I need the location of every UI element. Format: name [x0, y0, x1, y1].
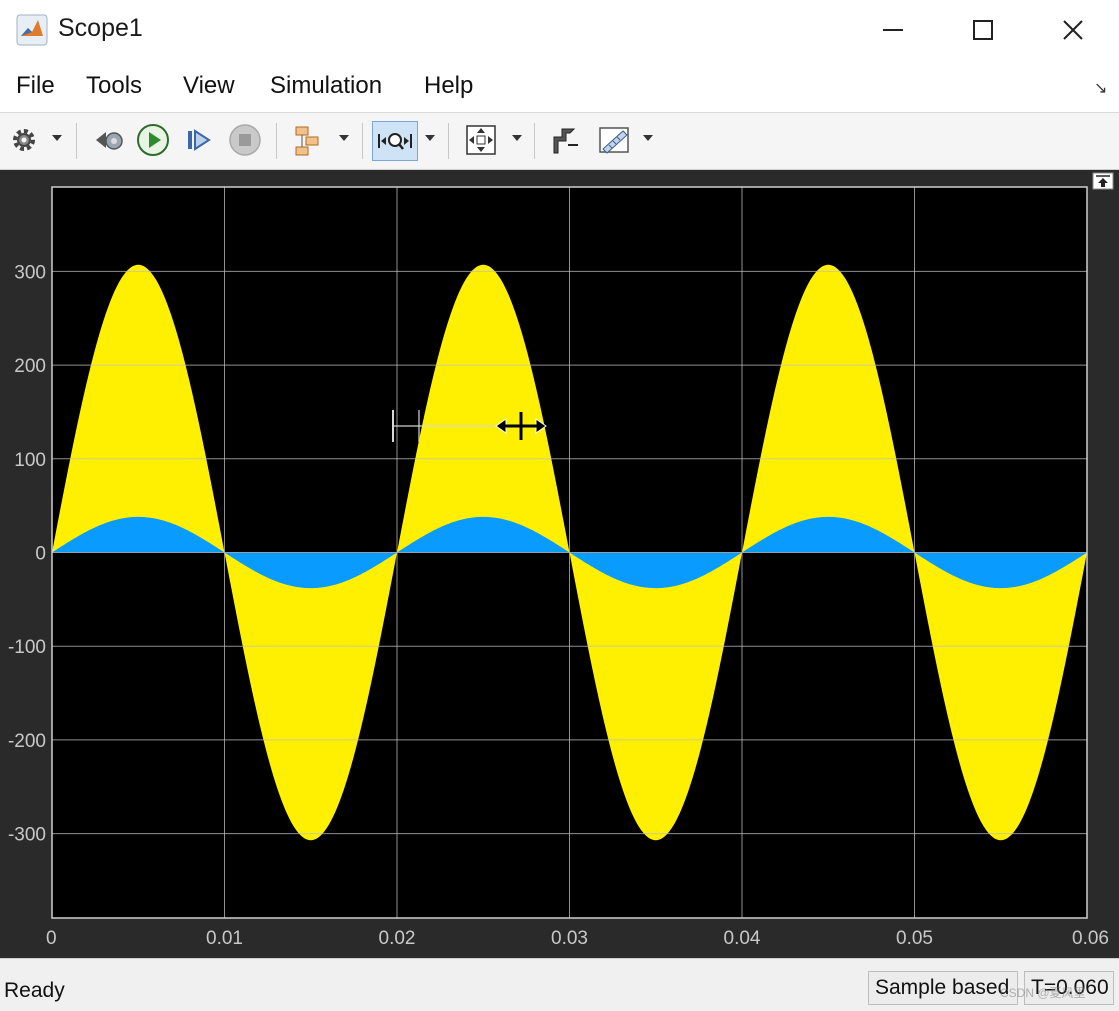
highlight-block-button[interactable]: [290, 121, 328, 159]
zoom-x-button[interactable]: [372, 121, 418, 161]
settings-icon: [13, 129, 35, 151]
step-back-icon: [96, 132, 123, 150]
maximize-icon: [973, 20, 993, 40]
stop-button[interactable]: [226, 121, 264, 159]
minimize-button[interactable]: [870, 10, 916, 50]
chevron-down-icon[interactable]: [339, 135, 349, 141]
autoscale-icon: [466, 125, 496, 155]
chevron-down-icon[interactable]: [425, 135, 435, 141]
chevron-down-icon[interactable]: [643, 135, 653, 141]
step-back-button[interactable]: [90, 121, 128, 159]
title-bar: Scope1: [0, 0, 1119, 60]
toolbar: [0, 113, 1119, 170]
y-tick-label: 100: [14, 450, 46, 471]
menu-bar: File Tools View Simulation Help ↘: [0, 60, 1119, 113]
toolbar-separator: [448, 123, 449, 159]
autoscale-button[interactable]: [460, 121, 502, 159]
x-tick-label: 0.01: [206, 928, 243, 949]
toolbar-separator: [276, 123, 277, 159]
zoom-x-icon: [378, 133, 412, 150]
y-tick-label: 0: [35, 544, 46, 565]
x-tick-label: 0.05: [896, 928, 933, 949]
menu-view[interactable]: View: [183, 72, 235, 100]
close-button[interactable]: [1050, 10, 1096, 50]
style-button[interactable]: [546, 121, 584, 159]
style-icon: [553, 128, 578, 154]
menu-file[interactable]: File: [16, 72, 55, 100]
x-tick-label: 0: [46, 928, 57, 949]
y-tick-label: -300: [8, 825, 46, 846]
y-tick-label: 300: [14, 262, 46, 283]
status-bar: Ready Sample based T=0.060: [0, 958, 1119, 1011]
y-tick-label: -200: [8, 731, 46, 752]
highlight-block-icon: [295, 126, 319, 156]
chevron-down-icon[interactable]: [512, 135, 522, 141]
toolbar-separator: [76, 123, 77, 159]
chevron-down-icon[interactable]: [52, 135, 62, 141]
matlab-icon: [16, 14, 48, 46]
y-tick-label: -100: [8, 637, 46, 658]
x-tick-label: 0.03: [551, 928, 588, 949]
x-tick-label: 0.02: [379, 928, 416, 949]
measurements-icon: [599, 127, 629, 154]
x-tick-label: 0.04: [724, 928, 761, 949]
minimize-icon: [883, 29, 903, 31]
toolbar-separator: [362, 123, 363, 159]
maximize-button[interactable]: [960, 10, 1006, 50]
menu-help[interactable]: Help: [424, 72, 473, 100]
y-tick-label: 200: [14, 356, 46, 377]
measurements-button[interactable]: [594, 121, 634, 159]
sample-mode-label: Sample based: [868, 971, 1018, 1005]
x-tick-label: 0.06: [1072, 928, 1109, 949]
menu-tools[interactable]: Tools: [86, 72, 142, 100]
window-title: Scope1: [58, 14, 143, 42]
run-button[interactable]: [134, 121, 172, 159]
step-forward-icon: [188, 129, 211, 151]
step-forward-button[interactable]: [180, 121, 218, 159]
watermark: CSDN @夏风里: [1000, 986, 1086, 1000]
undock-plot-icon[interactable]: [1092, 172, 1114, 190]
menu-simulation[interactable]: Simulation: [270, 72, 382, 100]
status-text: Ready: [4, 979, 65, 1002]
run-icon: [137, 124, 169, 156]
stop-icon: [229, 124, 261, 156]
settings-button[interactable]: [6, 121, 42, 159]
undock-arrow-icon[interactable]: ↘: [1094, 78, 1107, 98]
toolbar-separator: [534, 123, 535, 159]
scope-plot[interactable]: -300 -200 -100 0 100 200 300 0 0.01 0.02 0.03 0.04 0…: [0, 170, 1119, 958]
close-icon: [1063, 20, 1083, 40]
